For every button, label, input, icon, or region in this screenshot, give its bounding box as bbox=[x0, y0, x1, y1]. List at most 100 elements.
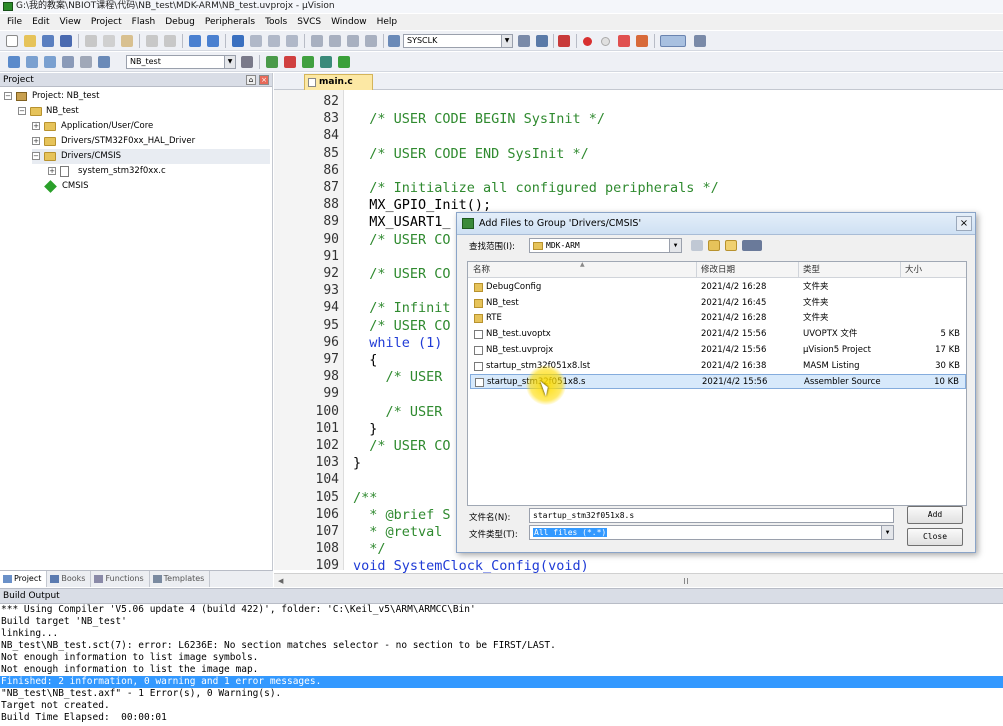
tree-item-project[interactable]: − Project: NB_test bbox=[4, 89, 264, 104]
chevron-down-icon[interactable]: ▼ bbox=[881, 526, 893, 539]
find-target-icon[interactable] bbox=[388, 35, 400, 47]
file-row[interactable]: RTE 2021/4/2 16:28 文件夹 bbox=[470, 311, 966, 326]
menu-peripherals[interactable]: Peripherals bbox=[200, 14, 260, 30]
copy-icon[interactable] bbox=[103, 35, 115, 47]
menu-help[interactable]: Help bbox=[372, 14, 403, 30]
bookmark-icon[interactable] bbox=[232, 35, 244, 47]
back-arrow-icon[interactable] bbox=[691, 240, 703, 251]
expand-icon[interactable]: + bbox=[32, 122, 40, 130]
tab-functions[interactable]: Functions bbox=[91, 571, 150, 587]
chevron-down-icon[interactable]: ▼ bbox=[669, 239, 681, 252]
save-all-icon[interactable] bbox=[60, 35, 72, 47]
look-in-select[interactable]: MDK-ARM ▼ bbox=[529, 238, 682, 253]
chevron-down-icon[interactable]: ▼ bbox=[501, 35, 512, 47]
collapse-icon[interactable]: − bbox=[18, 107, 26, 115]
tab-books[interactable]: Books bbox=[47, 571, 92, 587]
tree-item-cmsis-component[interactable]: CMSIS bbox=[44, 179, 266, 194]
filename-input[interactable]: startup_stm32f051x8.s bbox=[529, 508, 894, 523]
scroll-thumb[interactable] bbox=[684, 578, 688, 584]
cut-icon[interactable] bbox=[85, 35, 97, 47]
menu-tools[interactable]: Tools bbox=[260, 14, 292, 30]
next-bookmark-icon[interactable] bbox=[268, 35, 280, 47]
horizontal-scrollbar[interactable]: ◀ bbox=[274, 573, 1003, 587]
column-name[interactable]: 名称 bbox=[473, 262, 490, 278]
manage-rte-icon[interactable] bbox=[302, 56, 314, 68]
nav-forward-icon[interactable] bbox=[207, 35, 219, 47]
stop-build-icon[interactable] bbox=[80, 56, 92, 68]
pack-installer-icon[interactable] bbox=[320, 56, 332, 68]
save-icon[interactable] bbox=[42, 35, 54, 47]
menu-edit[interactable]: Edit bbox=[27, 14, 54, 30]
open-folder-icon[interactable] bbox=[24, 35, 36, 47]
new-folder-icon[interactable] bbox=[725, 240, 737, 251]
build-icon[interactable] bbox=[26, 56, 38, 68]
window-layout-icon[interactable] bbox=[660, 35, 686, 47]
tree-item-group-cmsis[interactable]: − Drivers/CMSIS bbox=[32, 149, 270, 164]
tab-main-c[interactable]: main.c bbox=[304, 74, 373, 90]
select-packs-icon[interactable] bbox=[284, 56, 296, 68]
incremental-find-icon[interactable] bbox=[536, 35, 548, 47]
menu-debug[interactable]: Debug bbox=[160, 14, 200, 30]
unindent-icon[interactable] bbox=[329, 35, 341, 47]
close-icon[interactable]: × bbox=[259, 75, 269, 85]
breakpoint-insert-icon[interactable] bbox=[583, 37, 592, 46]
collapse-icon[interactable]: − bbox=[4, 92, 12, 100]
filetype-select[interactable]: All files (*.*) ▼ bbox=[529, 525, 894, 540]
download-icon[interactable] bbox=[98, 56, 110, 68]
rte-component-icon[interactable] bbox=[338, 56, 350, 68]
tree-item-group-app[interactable]: + Application/User/Core bbox=[32, 119, 268, 134]
menu-flash[interactable]: Flash bbox=[127, 14, 161, 30]
column-divider[interactable] bbox=[798, 262, 799, 278]
redo-icon[interactable] bbox=[164, 35, 176, 47]
add-button[interactable]: Add bbox=[907, 506, 963, 524]
file-row[interactable]: NB_test 2021/4/2 16:45 文件夹 bbox=[470, 296, 966, 311]
expand-icon[interactable]: + bbox=[32, 137, 40, 145]
nav-back-icon[interactable] bbox=[189, 35, 201, 47]
scroll-left-icon[interactable]: ◀ bbox=[278, 577, 283, 585]
find-in-files-icon[interactable] bbox=[518, 35, 530, 47]
tree-item-target[interactable]: − NB_test bbox=[18, 104, 268, 119]
tab-templates[interactable]: Templates bbox=[150, 571, 211, 587]
undo-icon[interactable] bbox=[146, 35, 158, 47]
collapse-icon[interactable]: − bbox=[32, 152, 40, 160]
tree-item-file[interactable]: + system_stm32f0xx.c bbox=[48, 164, 268, 179]
column-type[interactable]: 类型 bbox=[803, 262, 820, 278]
clear-bookmarks-icon[interactable] bbox=[286, 35, 298, 47]
file-row[interactable]: NB_test.uvprojx 2021/4/2 15:56 µVision5 Pr… bbox=[470, 343, 966, 358]
file-row[interactable]: NB_test.uvoptx 2021/4/2 15:56 UVOPTX 文件 5 K… bbox=[470, 327, 966, 342]
target-select[interactable]: NB_test ▼ bbox=[126, 55, 236, 69]
file-row[interactable]: DebugConfig 2021/4/2 16:28 文件夹 bbox=[470, 280, 966, 295]
chevron-down-icon[interactable]: ▼ bbox=[224, 56, 235, 68]
comment-icon[interactable] bbox=[347, 35, 359, 47]
tree-item-group-hal[interactable]: + Drivers/STM32F0xx_HAL_Driver bbox=[32, 134, 268, 149]
find-combo[interactable]: SYSCLK ▼ bbox=[403, 34, 513, 48]
menu-window[interactable]: Window bbox=[326, 14, 372, 30]
breakpoint-kill-icon[interactable] bbox=[636, 35, 648, 47]
uncomment-icon[interactable] bbox=[365, 35, 377, 47]
view-menu-icon[interactable] bbox=[742, 240, 762, 251]
pin-icon[interactable]: ⌂ bbox=[246, 75, 256, 85]
menu-project[interactable]: Project bbox=[86, 14, 127, 30]
column-divider[interactable] bbox=[900, 262, 901, 278]
breakpoint-enable-icon[interactable] bbox=[601, 37, 610, 46]
close-button[interactable]: Close bbox=[907, 528, 963, 546]
menu-view[interactable]: View bbox=[55, 14, 86, 30]
manage-project-items-icon[interactable] bbox=[266, 56, 278, 68]
up-folder-icon[interactable] bbox=[708, 240, 720, 251]
configure-icon[interactable] bbox=[694, 35, 706, 47]
expand-icon[interactable]: + bbox=[48, 167, 56, 175]
column-size[interactable]: 大小 bbox=[905, 262, 922, 278]
tab-project[interactable]: Project bbox=[0, 571, 48, 587]
indent-icon[interactable] bbox=[311, 35, 323, 47]
close-icon[interactable]: × bbox=[956, 216, 972, 231]
debug-session-icon[interactable] bbox=[558, 35, 570, 47]
batch-build-icon[interactable] bbox=[62, 56, 74, 68]
menu-file[interactable]: File bbox=[2, 14, 27, 30]
translate-icon[interactable] bbox=[8, 56, 20, 68]
column-divider[interactable] bbox=[696, 262, 697, 278]
menu-svcs[interactable]: SVCS bbox=[292, 14, 326, 30]
paste-icon[interactable] bbox=[121, 35, 133, 47]
new-file-icon[interactable] bbox=[6, 35, 18, 47]
target-options-icon[interactable] bbox=[241, 56, 253, 68]
column-date[interactable]: 修改日期 bbox=[701, 262, 735, 278]
